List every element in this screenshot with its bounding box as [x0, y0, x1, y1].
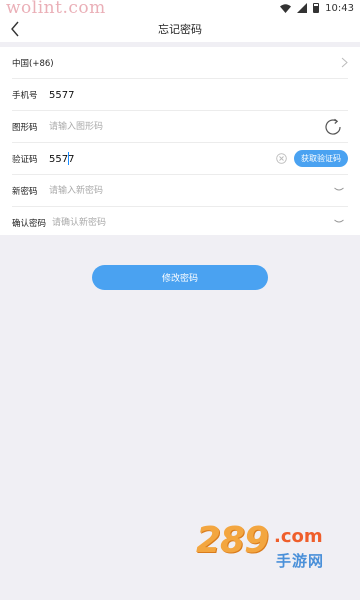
logo-dotcom: .com	[274, 526, 323, 547]
site-logo-watermark: 289 .com 手游网	[196, 520, 346, 580]
captcha-row: 图形码	[0, 111, 360, 143]
signal-icon	[297, 3, 308, 13]
new-password-label: 新密码	[12, 187, 38, 197]
new-password-input[interactable]	[49, 181, 269, 201]
sms-code-row: 验证码 获取验证码	[0, 143, 360, 175]
eye-closed-icon[interactable]	[334, 219, 344, 224]
status-time: 10:43	[325, 2, 354, 14]
forgot-password-form: 中国(+86) 手机号 图形码 验证码 获取验证码 新密码	[0, 47, 360, 235]
confirm-password-row: 确认密码	[0, 207, 360, 239]
text-cursor	[68, 152, 69, 165]
logo-number: 289	[196, 520, 269, 561]
confirm-password-label: 确认密码	[12, 219, 47, 229]
clear-icon[interactable]	[276, 153, 287, 164]
logo-subtitle: 手游网	[276, 552, 325, 570]
region-row[interactable]: 中国(+86)	[0, 47, 360, 79]
phone-label: 手机号	[12, 91, 38, 101]
region-label: 中国(+86)	[12, 59, 54, 69]
refresh-icon[interactable]	[322, 116, 344, 138]
page-title: 忘记密码	[158, 23, 202, 36]
eye-closed-icon[interactable]	[334, 187, 344, 192]
captcha-label: 图形码	[12, 123, 38, 133]
sms-code-input[interactable]	[49, 149, 149, 169]
status-indicators: 10:43	[280, 1, 354, 15]
status-bar: wolint.com 10:43	[0, 0, 360, 18]
nav-bar: 忘记密码	[0, 16, 360, 42]
get-code-button[interactable]: 获取验证码	[294, 150, 348, 167]
new-password-row: 新密码	[0, 175, 360, 207]
sms-code-label: 验证码	[12, 155, 38, 165]
confirm-password-input[interactable]	[52, 213, 272, 233]
chevron-right-icon	[341, 57, 348, 68]
change-password-button[interactable]: 修改密码	[92, 265, 268, 290]
battery-icon	[313, 3, 320, 13]
captcha-input[interactable]	[49, 117, 269, 137]
phone-input[interactable]	[49, 85, 269, 105]
phone-row: 手机号	[0, 79, 360, 111]
wifi-icon	[280, 3, 292, 13]
